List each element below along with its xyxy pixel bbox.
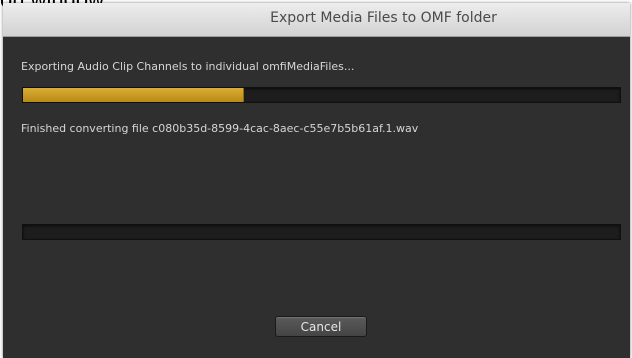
overall-progress-fill: [23, 88, 244, 102]
cancel-button[interactable]: Cancel: [275, 316, 367, 337]
dialog-title: Export Media Files to OMF folder: [270, 10, 497, 26]
export-dialog: Export Media Files to OMF folder Exporti…: [3, 3, 630, 358]
status-message: Exporting Audio Clip Channels to individ…: [21, 60, 355, 73]
file-status-message: Finished converting file c080b35d-8599-4…: [21, 122, 419, 135]
overall-progress-bar: [22, 87, 621, 103]
title-bar[interactable]: Export Media Files to OMF folder: [3, 3, 630, 37]
file-progress-bar: [22, 224, 621, 240]
